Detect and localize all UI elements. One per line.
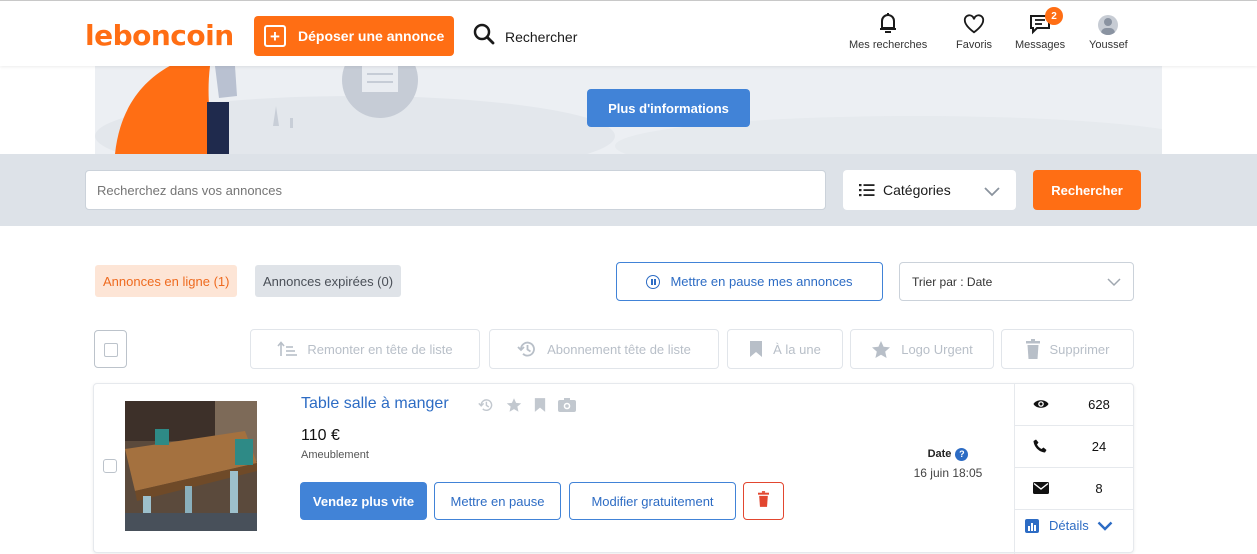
nav-messages[interactable]: 2 Messages	[1015, 7, 1066, 51]
chevron-down-icon	[1107, 276, 1121, 290]
envelope-icon	[1033, 481, 1049, 499]
tab-expired-ads[interactable]: Annonces expirées (0)	[255, 265, 402, 297]
bookmark-icon	[749, 340, 763, 358]
top-header: leboncoin + Déposer une annonce Recherch…	[0, 0, 1257, 66]
list-icon	[859, 183, 875, 197]
urgent-logo-label: Logo Urgent	[901, 341, 973, 357]
message-icon: 2	[1029, 7, 1064, 35]
category-select-label: Catégories	[883, 182, 951, 198]
bump-ad-button[interactable]: Remonter en tête de liste	[250, 329, 480, 369]
bump-subscription-button[interactable]: Abonnement tête de liste	[489, 329, 719, 369]
date-label-row: Date ?	[927, 447, 969, 461]
header-search-link[interactable]: Rechercher	[473, 23, 577, 50]
camera-icon	[558, 397, 576, 418]
pause-circle-icon	[646, 274, 661, 289]
nav-account[interactable]: Youssef	[1089, 9, 1128, 51]
sell-faster-button[interactable]: Vendez plus vite	[300, 482, 427, 520]
bookmark-icon	[534, 397, 546, 418]
messages-stat: 8	[1015, 468, 1134, 510]
nav-account-label: Youssef	[1089, 39, 1128, 51]
calls-stat: 24	[1015, 426, 1134, 468]
ad-stats: 628 24 8 Détails	[1014, 384, 1134, 554]
ad-date-value: 16 juin 18:05	[913, 466, 983, 480]
bump-subscription-label: Abonnement tête de liste	[547, 341, 691, 357]
calls-count: 24	[1091, 439, 1107, 454]
views-stat: 628	[1015, 384, 1134, 426]
post-ad-button[interactable]: + Déposer une annonce	[254, 16, 454, 56]
more-info-button[interactable]: Plus d'informations	[587, 89, 750, 127]
ads-search-button[interactable]: Rechercher	[1033, 170, 1141, 210]
bump-ad-label: Remonter en tête de liste	[307, 341, 453, 357]
sort-select-label: Trier par : Date	[912, 274, 993, 289]
heart-icon	[963, 9, 985, 35]
views-count: 628	[1088, 397, 1110, 412]
urgent-logo-button[interactable]: Logo Urgent	[850, 329, 994, 369]
history-icon	[517, 339, 537, 359]
edit-ad-button[interactable]: Modifier gratuitement	[569, 482, 736, 520]
search-icon	[473, 23, 495, 50]
nav-my-searches[interactable]: Mes recherches	[849, 9, 927, 51]
star-icon	[871, 340, 891, 359]
featured-label: À la une	[773, 341, 821, 357]
pause-all-label: Mettre en pause mes annonces	[670, 274, 853, 289]
nav-favorites[interactable]: Favoris	[956, 9, 992, 51]
details-label: Détails	[1049, 518, 1089, 533]
leboncoin-logo[interactable]: leboncoin	[85, 19, 234, 52]
chevron-down-icon	[984, 184, 1000, 200]
bar-chart-icon	[1025, 518, 1039, 533]
ad-category: Ameublement	[301, 449, 369, 461]
select-all-checkbox[interactable]	[94, 330, 127, 368]
ad-thumbnail[interactable]	[125, 401, 257, 531]
ad-date-block: Date ? 16 juin 18:05	[897, 444, 999, 480]
messages-badge: 2	[1045, 7, 1064, 25]
trash-icon	[758, 490, 769, 512]
avatar	[1098, 15, 1119, 35]
pause-ad-button[interactable]: Mettre en pause	[434, 482, 561, 520]
eye-icon	[1033, 397, 1049, 415]
bell-icon	[878, 9, 898, 35]
sort-select[interactable]: Trier par : Date	[899, 262, 1134, 301]
messages-count: 8	[1095, 481, 1103, 496]
pause-all-ads-button[interactable]: Mettre en pause mes annonces	[616, 262, 883, 301]
header-search-label: Rechercher	[505, 28, 578, 45]
ad-price: 110 €	[301, 427, 340, 444]
trash-icon	[1025, 339, 1040, 359]
ad-card: Table salle à manger 110 € Ameublement V…	[93, 383, 1134, 554]
star-icon	[506, 397, 522, 418]
ad-option-icons	[478, 397, 576, 418]
plus-icon: +	[264, 25, 286, 47]
nav-messages-label: Messages	[1015, 39, 1066, 51]
ad-select-checkbox[interactable]	[103, 459, 117, 473]
search-band: Catégories Rechercher	[0, 154, 1257, 226]
help-icon[interactable]: ?	[955, 447, 969, 461]
date-label: Date	[927, 448, 952, 460]
delete-selected-button[interactable]: Supprimer	[1001, 329, 1134, 369]
nav-favorites-label: Favoris	[956, 39, 993, 51]
details-toggle[interactable]: Détails	[1025, 518, 1113, 533]
chevron-down-icon	[1097, 521, 1113, 531]
ads-search-input[interactable]	[85, 170, 826, 210]
ad-title-link[interactable]: Table salle à manger	[301, 395, 449, 413]
delete-ad-button[interactable]	[743, 482, 784, 520]
nav-my-searches-label: Mes recherches	[849, 39, 928, 51]
category-select[interactable]: Catégories	[843, 170, 1016, 210]
tab-online-ads[interactable]: Annonces en ligne (1)	[95, 265, 238, 297]
delete-selected-label: Supprimer	[1049, 341, 1110, 357]
sort-up-icon	[277, 341, 298, 357]
featured-button[interactable]: À la une	[727, 329, 843, 369]
post-ad-label: Déposer une annonce	[298, 28, 445, 44]
phone-icon	[1033, 439, 1047, 458]
history-icon	[478, 397, 494, 418]
